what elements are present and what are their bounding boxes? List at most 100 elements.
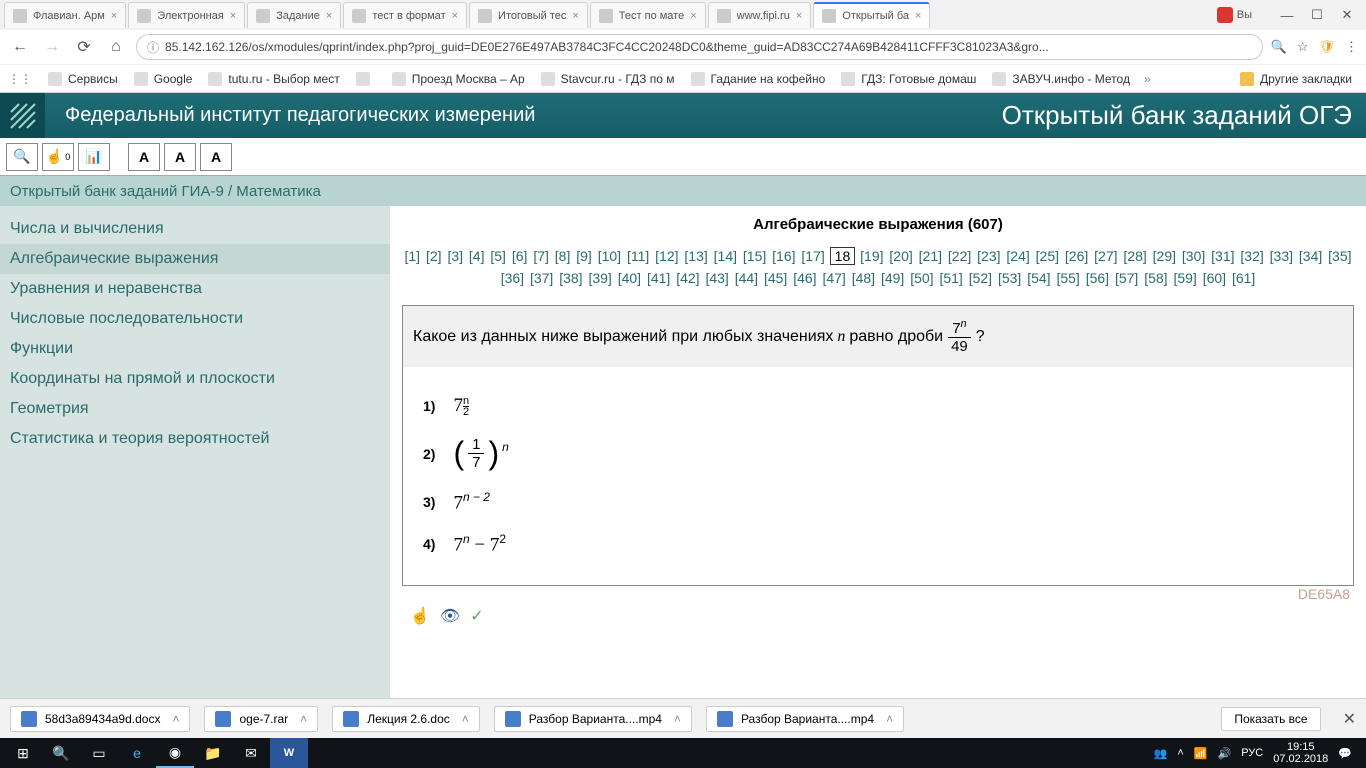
mail-icon[interactable]: ✉: [232, 738, 270, 768]
page-link[interactable]: [13]: [683, 248, 708, 264]
page-link[interactable]: [20]: [888, 248, 913, 264]
answer-option[interactable]: 2)(17)n: [423, 435, 1333, 472]
lang-indicator[interactable]: РУС: [1241, 747, 1263, 759]
sidebar-item[interactable]: Координаты на прямой и плоскости: [0, 364, 390, 394]
browser-tab[interactable]: Задание×: [247, 2, 341, 28]
font-tool-3[interactable]: A: [200, 143, 232, 171]
bookmark-item[interactable]: Сервисы: [42, 72, 124, 86]
tab-close-icon[interactable]: ×: [690, 10, 696, 22]
back-button[interactable]: ←: [8, 35, 32, 59]
page-link[interactable]: [27]: [1093, 248, 1118, 264]
font-tool-1[interactable]: A: [128, 143, 160, 171]
page-link[interactable]: [49]: [880, 270, 905, 286]
close-window-button[interactable]: ✕: [1332, 5, 1362, 25]
page-link[interactable]: [7]: [532, 248, 550, 264]
page-link[interactable]: [52]: [968, 270, 993, 286]
shield-icon[interactable]: 🛡: [1318, 39, 1335, 55]
browser-tab[interactable]: Тест по мате×: [590, 2, 706, 28]
fipi-logo[interactable]: [0, 93, 45, 138]
network-icon[interactable]: 📶: [1194, 747, 1208, 760]
page-link[interactable]: [36]: [500, 270, 525, 286]
page-link[interactable]: [43]: [704, 270, 729, 286]
answer-option[interactable]: 3)7n − 2: [423, 490, 1333, 514]
tab-close-icon[interactable]: ×: [915, 10, 921, 22]
search-in-page-icon[interactable]: 🔍: [1271, 39, 1287, 55]
edge-icon[interactable]: e: [118, 738, 156, 768]
browser-tab[interactable]: Открытый ба×: [813, 2, 930, 28]
page-link[interactable]: [11]: [626, 248, 650, 264]
page-link[interactable]: [29]: [1152, 248, 1177, 264]
chevron-up-icon[interactable]: ˄: [886, 712, 893, 726]
page-link[interactable]: [33]: [1269, 248, 1294, 264]
explorer-icon[interactable]: 📁: [194, 738, 232, 768]
tab-close-icon[interactable]: ×: [326, 10, 332, 22]
sidebar-item[interactable]: Функции: [0, 334, 390, 364]
pointer-icon[interactable]: ☝: [410, 606, 430, 626]
page-link[interactable]: [5]: [489, 248, 507, 264]
download-item[interactable]: Разбор Варианта....mp4˄: [494, 706, 692, 732]
page-link[interactable]: [30]: [1181, 248, 1206, 264]
chevron-up-icon[interactable]: ˄: [674, 712, 681, 726]
page-link[interactable]: [32]: [1239, 248, 1264, 264]
download-item[interactable]: oge-7.rar˄: [204, 706, 318, 732]
page-link[interactable]: [1]: [404, 248, 422, 264]
start-button[interactable]: ⊞: [4, 738, 42, 768]
apps-icon[interactable]: ⋮⋮: [8, 72, 32, 86]
page-link[interactable]: [16]: [771, 248, 796, 264]
page-link[interactable]: [25]: [1035, 248, 1060, 264]
page-link[interactable]: [53]: [997, 270, 1022, 286]
answer-option[interactable]: 1)7n2: [423, 395, 1333, 417]
maximize-button[interactable]: ☐: [1302, 5, 1332, 25]
bookmark-item[interactable]: [350, 72, 382, 86]
sidebar-item[interactable]: Числа и вычисления: [0, 214, 390, 244]
page-link[interactable]: [58]: [1143, 270, 1168, 286]
select-tool[interactable]: ☝0: [42, 143, 74, 171]
page-link[interactable]: [37]: [529, 270, 554, 286]
page-link[interactable]: [55]: [1055, 270, 1080, 286]
word-icon[interactable]: W: [270, 738, 308, 768]
search-button[interactable]: 🔍: [42, 738, 80, 768]
browser-tab[interactable]: Электронная×: [128, 2, 245, 28]
search-tool[interactable]: 🔍: [6, 143, 38, 171]
page-link[interactable]: [17]: [800, 248, 825, 264]
page-link[interactable]: [42]: [675, 270, 700, 286]
notifications-icon[interactable]: 💬: [1338, 747, 1352, 760]
page-link[interactable]: [23]: [976, 248, 1001, 264]
page-link[interactable]: [38]: [558, 270, 583, 286]
chrome-icon[interactable]: ◉: [156, 738, 194, 768]
downloads-close-button[interactable]: ✕: [1343, 709, 1356, 729]
download-item[interactable]: 58d3a89434a9d.docx˄: [10, 706, 190, 732]
url-bar[interactable]: ⓘ 85.142.162.126/os/xmodules/qprint/inde…: [136, 34, 1263, 60]
tab-close-icon[interactable]: ×: [230, 10, 236, 22]
reload-button[interactable]: ⟳: [72, 35, 96, 59]
sidebar-item[interactable]: Статистика и теория вероятностей: [0, 424, 390, 454]
page-link[interactable]: [28]: [1122, 248, 1147, 264]
chevron-up-icon[interactable]: ˄: [300, 712, 307, 726]
page-link[interactable]: [44]: [734, 270, 759, 286]
page-link[interactable]: [34]: [1298, 248, 1323, 264]
sidebar-item[interactable]: Числовые последовательности: [0, 304, 390, 334]
eye-icon[interactable]: 👁: [440, 606, 460, 626]
tab-close-icon[interactable]: ×: [572, 10, 578, 22]
browser-tab[interactable]: Итоговый тес×: [469, 2, 588, 28]
page-link[interactable]: [4]: [468, 248, 486, 264]
page-link[interactable]: [47]: [821, 270, 846, 286]
clock[interactable]: 19:15 07.02.2018: [1273, 741, 1328, 765]
sidebar-item[interactable]: Алгебраические выражения: [0, 244, 390, 274]
browser-tab[interactable]: Флавиан. Арм×: [4, 2, 126, 28]
browser-tab[interactable]: www.fipi.ru×: [708, 2, 812, 28]
page-link[interactable]: [6]: [511, 248, 529, 264]
page-link[interactable]: [2]: [425, 248, 443, 264]
page-link[interactable]: [14]: [713, 248, 738, 264]
star-icon[interactable]: ☆: [1297, 39, 1309, 55]
volume-icon[interactable]: 🔊: [1218, 747, 1232, 760]
page-link[interactable]: [45]: [763, 270, 788, 286]
sidebar-item[interactable]: Уравнения и неравенства: [0, 274, 390, 304]
page-link[interactable]: [41]: [646, 270, 671, 286]
page-link[interactable]: [48]: [851, 270, 876, 286]
bookmarks-overflow[interactable]: »: [1144, 72, 1151, 86]
sidebar-item[interactable]: Геометрия: [0, 394, 390, 424]
page-link[interactable]: [39]: [587, 270, 612, 286]
chevron-up-icon[interactable]: ˄: [172, 712, 179, 726]
home-button[interactable]: ⌂: [104, 35, 128, 59]
